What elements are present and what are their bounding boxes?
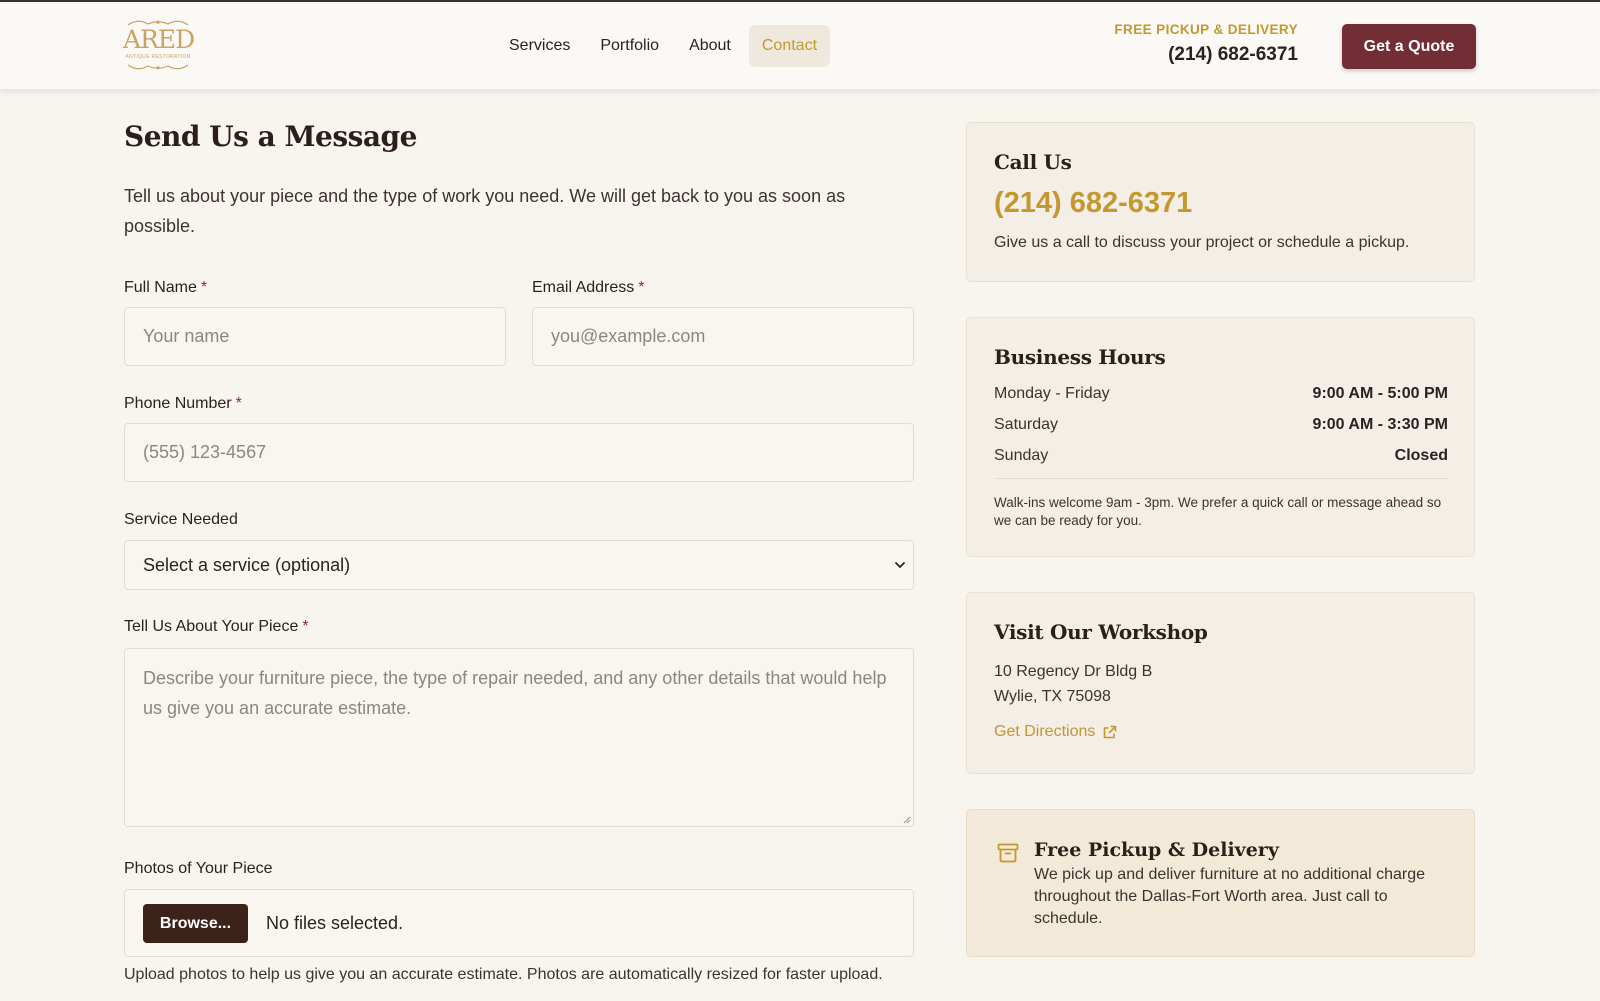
hours-divider: [994, 478, 1448, 479]
full-name-label-text: Full Name: [124, 279, 197, 296]
free-pickup-card: Free Pickup & Delivery We pick up and de…: [966, 809, 1475, 957]
phone-input[interactable]: (555) 123-4567: [124, 423, 914, 482]
hours-day: Monday - Friday: [994, 385, 1110, 402]
phone-label: Phone Number *: [124, 395, 242, 413]
required-marker: *: [302, 618, 309, 635]
service-label: Service Needed: [124, 511, 238, 529]
required-marker: *: [200, 279, 208, 296]
main-nav: Services Portfolio About Contact: [494, 25, 831, 67]
form-title: Send Us a Message: [124, 120, 417, 153]
browse-button[interactable]: Browse...: [143, 903, 248, 943]
photos-help-text: Upload photos to help us give you an acc…: [124, 966, 883, 983]
required-marker: *: [638, 279, 645, 296]
piece-textarea[interactable]: Describe your furniture piece, the type …: [124, 648, 914, 827]
visit-workshop-title: Visit Our Workshop: [994, 620, 1208, 644]
phone-label-text: Phone Number: [124, 395, 232, 412]
service-select[interactable]: Select a service (optional): [124, 540, 914, 590]
phone-placeholder: (555) 123-4567: [143, 442, 267, 462]
chevron-down-icon: [895, 562, 905, 568]
external-link-icon: [1104, 725, 1117, 738]
piece-label-text: Tell Us About Your Piece: [124, 618, 299, 635]
required-marker: *: [235, 395, 242, 412]
business-hours-card: Business Hours Monday - Friday 9:00 AM -…: [966, 317, 1475, 557]
hours-row: Saturday 9:00 AM - 3:30 PM: [994, 416, 1448, 434]
full-name-label: Full Name *: [124, 279, 207, 297]
address-line-2: Wylie, TX 75098: [994, 688, 1111, 705]
nav-about[interactable]: About: [674, 25, 746, 67]
email-label-text: Email Address: [532, 279, 635, 296]
nav-contact[interactable]: Contact: [748, 25, 831, 67]
logo[interactable]: ARED ANTIQUE RESTORATION: [123, 18, 195, 74]
hours-note: Walk-ins welcome 9am - 3pm. We prefer a …: [994, 495, 1442, 528]
workshop-address: 10 Regency Dr Bldg B Wylie, TX 75098: [994, 659, 1152, 709]
logo-subtext: ANTIQUE RESTORATION: [125, 54, 191, 60]
address-line-1: 10 Regency Dr Bldg B: [994, 663, 1153, 680]
get-quote-button[interactable]: Get a Quote: [1342, 24, 1476, 69]
pickup-delivery-label: FREE PICKUP & DELIVERY: [1114, 22, 1298, 37]
business-hours-title: Business Hours: [994, 345, 1166, 369]
email-label: Email Address *: [532, 279, 645, 297]
hours-row: Sunday Closed: [994, 447, 1448, 465]
hours-time: 9:00 AM - 5:00 PM: [1312, 385, 1448, 402]
hours-day: Saturday: [994, 416, 1059, 433]
visit-workshop-card: Visit Our Workshop 10 Regency Dr Bldg B …: [966, 592, 1475, 774]
hours-row: Monday - Friday 9:00 AM - 5:00 PM: [994, 385, 1448, 403]
email-placeholder: you@example.com: [551, 326, 706, 346]
archive-box-icon: [997, 843, 1019, 863]
header-phone-link[interactable]: (214) 682-6371: [1168, 44, 1298, 66]
service-label-text: Service Needed: [124, 511, 238, 528]
call-us-title: Call Us: [994, 150, 1072, 174]
free-pickup-title: Free Pickup & Delivery: [1034, 839, 1279, 861]
free-pickup-text: We pick up and deliver furniture at no a…: [1034, 866, 1426, 927]
form-intro: Tell us about your piece and the type of…: [124, 186, 846, 236]
photos-label: Photos of Your Piece: [124, 860, 273, 878]
full-name-input[interactable]: Your name: [124, 307, 506, 366]
service-selected-value: Select a service (optional): [143, 554, 351, 575]
logo-text: ARED: [123, 25, 195, 54]
get-directions-link[interactable]: Get Directions: [994, 723, 1117, 741]
email-input[interactable]: you@example.com: [532, 307, 914, 366]
site-header: ARED ANTIQUE RESTORATION Services Portfo…: [0, 2, 1600, 90]
resize-grip-icon[interactable]: [903, 816, 911, 824]
piece-label: Tell Us About Your Piece *: [124, 618, 309, 636]
file-status: No files selected.: [266, 912, 404, 933]
get-directions-label: Get Directions: [994, 723, 1096, 740]
nav-services[interactable]: Services: [494, 25, 585, 67]
logo-ornament-bottom-icon: [127, 64, 189, 70]
photos-file-input: Browse... No files selected.: [124, 889, 914, 957]
hours-time: 9:00 AM - 3:30 PM: [1312, 416, 1448, 433]
call-us-text: Give us a call to discuss your project o…: [994, 234, 1410, 251]
piece-placeholder: Describe your furniture piece, the type …: [143, 668, 887, 718]
full-name-placeholder: Your name: [143, 326, 230, 346]
nav-portfolio[interactable]: Portfolio: [585, 25, 674, 67]
photos-label-text: Photos of Your Piece: [124, 860, 273, 877]
hours-day: Sunday: [994, 447, 1049, 464]
call-us-phone[interactable]: (214) 682-6371: [994, 187, 1192, 220]
call-us-card: Call Us (214) 682-6371 Give us a call to…: [966, 122, 1475, 282]
hours-time: Closed: [1394, 447, 1448, 464]
